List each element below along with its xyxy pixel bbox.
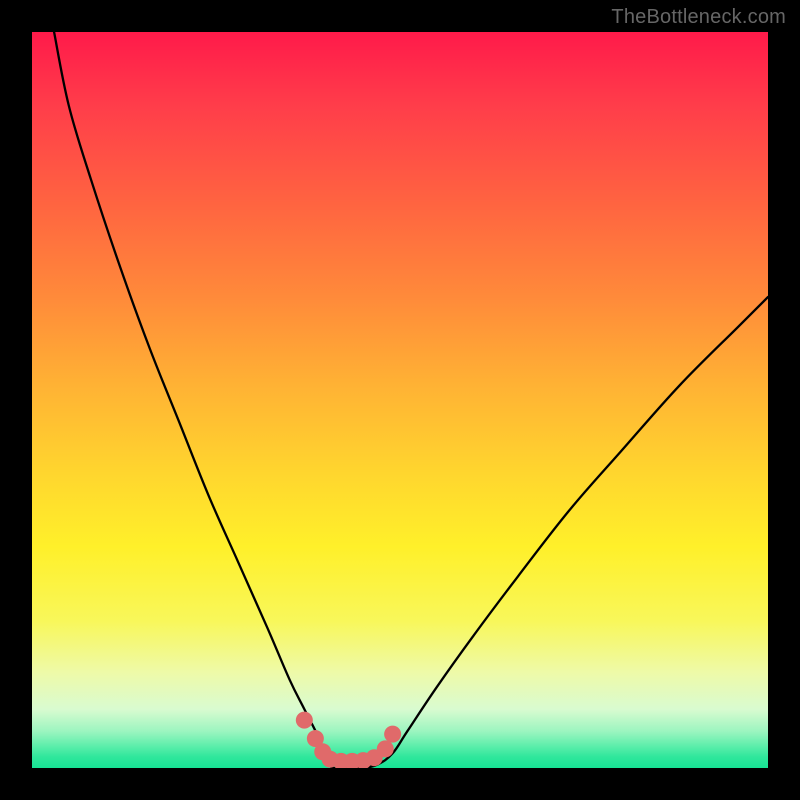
plot-area: [32, 32, 768, 768]
bottleneck-curve-svg: [32, 32, 768, 768]
chart-frame: TheBottleneck.com: [0, 0, 800, 800]
marker-dot: [377, 740, 394, 757]
attribution-text: TheBottleneck.com: [611, 6, 786, 29]
bottleneck-curve: [54, 32, 768, 768]
marker-dot: [296, 712, 313, 729]
marker-dot: [384, 726, 401, 743]
